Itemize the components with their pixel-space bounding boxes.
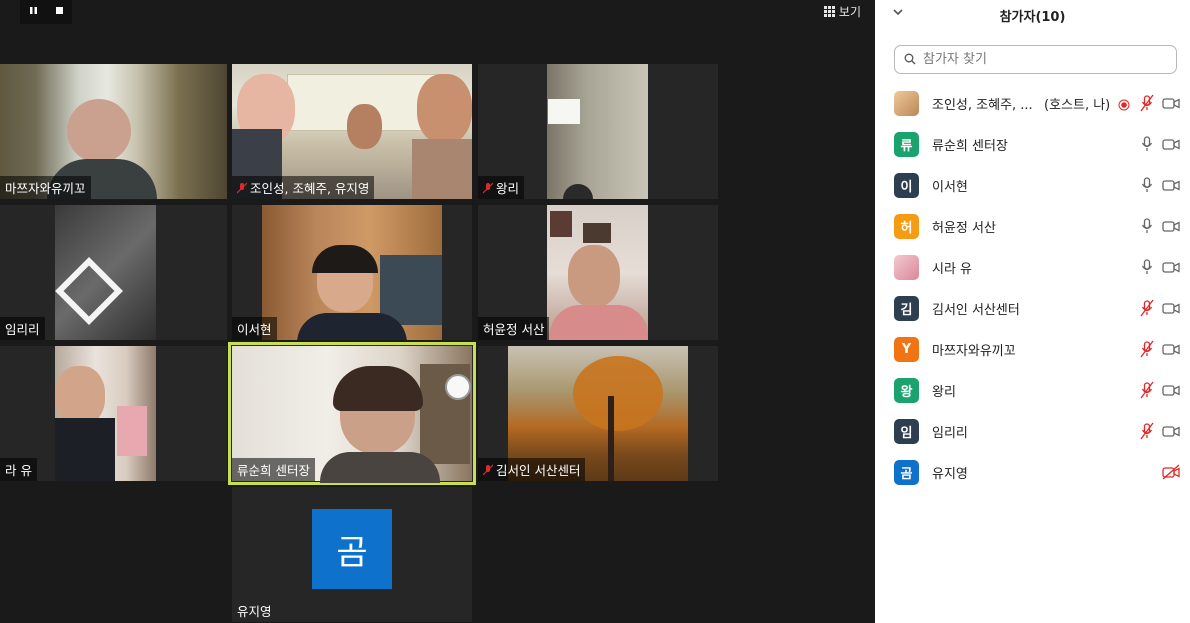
- mic-muted-icon[interactable]: [1140, 381, 1154, 399]
- participant-row[interactable]: 조인성, 조혜주, ... (호스트, 나): [875, 83, 1190, 124]
- tile-name: 마쯔자와유끼꼬: [5, 181, 86, 196]
- participant-name: 유지영: [932, 467, 968, 482]
- mic-icon[interactable]: [1140, 135, 1154, 153]
- tile-name-bar: 류순희 센터장: [232, 458, 315, 481]
- video-tile[interactable]: 이서현: [232, 205, 472, 340]
- video-tile[interactable]: 마쯔자와유끼꼬: [0, 64, 227, 199]
- tile-name-bar: 김서인 서산센터: [478, 458, 586, 481]
- participant-row[interactable]: 왕 왕리: [875, 370, 1190, 411]
- participant-search[interactable]: [894, 45, 1177, 74]
- camera-icon[interactable]: [1162, 95, 1180, 111]
- avatar: 허: [894, 214, 919, 239]
- tile-name: 임리리: [5, 322, 40, 337]
- participant-name: 시라 유: [932, 262, 973, 277]
- tile-name: 이서현: [237, 322, 272, 337]
- participant-row[interactable]: 김 김서인 서산센터: [875, 288, 1190, 329]
- mic-icon[interactable]: [1140, 217, 1154, 235]
- video-tile-active-speaker[interactable]: 류순희 센터장: [228, 342, 476, 485]
- avatar: [894, 255, 919, 280]
- camera-icon[interactable]: [1162, 177, 1180, 193]
- tile-name: 허윤정 서산: [483, 322, 545, 337]
- participant-name: 조인성, 조혜주, ...: [932, 98, 1033, 113]
- video-tile[interactable]: 왕리: [478, 64, 718, 199]
- participant-name: 임리리: [932, 426, 968, 441]
- avatar: [894, 91, 919, 116]
- mic-muted-icon[interactable]: [1140, 299, 1154, 317]
- grid-icon: [823, 6, 835, 17]
- participant-name: 마쯔자와유끼꼬: [932, 344, 1016, 359]
- avatar: 이: [894, 173, 919, 198]
- video-tile[interactable]: 곰 유지영: [232, 487, 472, 622]
- search-icon: [904, 50, 916, 69]
- tile-name-bar: 마쯔자와유끼꼬: [0, 176, 91, 199]
- view-button[interactable]: 보기: [823, 3, 861, 20]
- mic-muted-icon: [482, 464, 494, 476]
- tile-name: 라 유: [5, 463, 32, 478]
- tile-name-bar: 허윤정 서산: [478, 317, 550, 340]
- avatar: 김: [894, 296, 919, 321]
- participant-name: 허윤정 서산: [932, 221, 996, 236]
- mic-muted-icon[interactable]: [1140, 94, 1154, 112]
- tile-name-bar: 임리리: [0, 317, 45, 340]
- mic-muted-icon: [236, 182, 248, 194]
- video-tile[interactable]: 라 유: [0, 346, 227, 481]
- view-button-label: 보기: [838, 5, 861, 19]
- tile-name-bar: 유지영: [232, 599, 277, 622]
- tile-name-bar: 라 유: [0, 458, 37, 481]
- panel-title: 참가자(10): [999, 10, 1066, 25]
- participant-name: 류순희 센터장: [932, 139, 1008, 154]
- participant-role: (호스트, 나): [1044, 98, 1111, 113]
- participants-panel: 참가자(10) 조인성, 조혜주, ... (호스트, 나) 류 류순희 센터장…: [875, 0, 1190, 623]
- search-input[interactable]: [921, 51, 1165, 68]
- avatar: 곰: [894, 460, 919, 485]
- mic-icon[interactable]: [1140, 258, 1154, 276]
- tile-name-bar: 이서현: [232, 317, 277, 340]
- tile-name: 류순희 센터장: [237, 463, 310, 478]
- mic-icon[interactable]: [1140, 176, 1154, 194]
- recording-controls: [20, 0, 72, 24]
- avatar: 류: [894, 132, 919, 157]
- camera-off-icon[interactable]: [1162, 464, 1180, 480]
- recording-icon: [1118, 96, 1130, 111]
- participant-name: 이서현: [932, 180, 968, 195]
- video-gallery: 보기 마쯔자와유끼꼬 조인성, 조혜주, 유지영 왕리 임리리 이서현 허윤정 …: [0, 0, 875, 623]
- participant-row[interactable]: 시라 유: [875, 247, 1190, 288]
- participant-row[interactable]: Y 마쯔자와유끼꼬: [875, 329, 1190, 370]
- tile-name: 김서인 서산센터: [496, 463, 581, 478]
- participant-row[interactable]: 이 이서현: [875, 165, 1190, 206]
- participant-row[interactable]: 허 허윤정 서산: [875, 206, 1190, 247]
- participant-name: 왕리: [932, 385, 956, 400]
- tile-name: 유지영: [237, 604, 272, 619]
- tile-name-bar: 왕리: [478, 176, 525, 199]
- video-tile[interactable]: 조인성, 조혜주, 유지영: [232, 64, 472, 199]
- participant-row[interactable]: 류 류순희 센터장: [875, 124, 1190, 165]
- tile-name-bar: 조인성, 조혜주, 유지영: [232, 176, 375, 199]
- avatar: Y: [894, 337, 919, 362]
- participant-row[interactable]: 곰 유지영: [875, 452, 1190, 493]
- stop-icon[interactable]: [55, 6, 64, 18]
- participant-list: 조인성, 조혜주, ... (호스트, 나) 류 류순희 센터장 이 이서현 허…: [875, 83, 1190, 493]
- avatar: 곰: [312, 509, 392, 589]
- camera-icon[interactable]: [1162, 218, 1180, 234]
- mic-muted-icon[interactable]: [1140, 340, 1154, 358]
- video-tile[interactable]: 임리리: [0, 205, 227, 340]
- camera-icon[interactable]: [1162, 382, 1180, 398]
- pause-icon[interactable]: [29, 6, 38, 18]
- avatar: 왕: [894, 378, 919, 403]
- participant-row[interactable]: 임 임리리: [875, 411, 1190, 452]
- tile-name: 왕리: [496, 181, 520, 196]
- avatar: 임: [894, 419, 919, 444]
- participant-name: 김서인 서산센터: [932, 303, 1020, 318]
- camera-icon[interactable]: [1162, 259, 1180, 275]
- mic-muted-icon[interactable]: [1140, 422, 1154, 440]
- video-tile[interactable]: 김서인 서산센터: [478, 346, 718, 481]
- camera-icon[interactable]: [1162, 136, 1180, 152]
- mic-muted-icon: [482, 182, 494, 194]
- video-tile[interactable]: 허윤정 서산: [478, 205, 718, 340]
- camera-icon[interactable]: [1162, 300, 1180, 316]
- camera-icon[interactable]: [1162, 341, 1180, 357]
- tile-name: 조인성, 조혜주, 유지영: [250, 181, 370, 196]
- camera-icon[interactable]: [1162, 423, 1180, 439]
- panel-header: 참가자(10): [875, 0, 1190, 30]
